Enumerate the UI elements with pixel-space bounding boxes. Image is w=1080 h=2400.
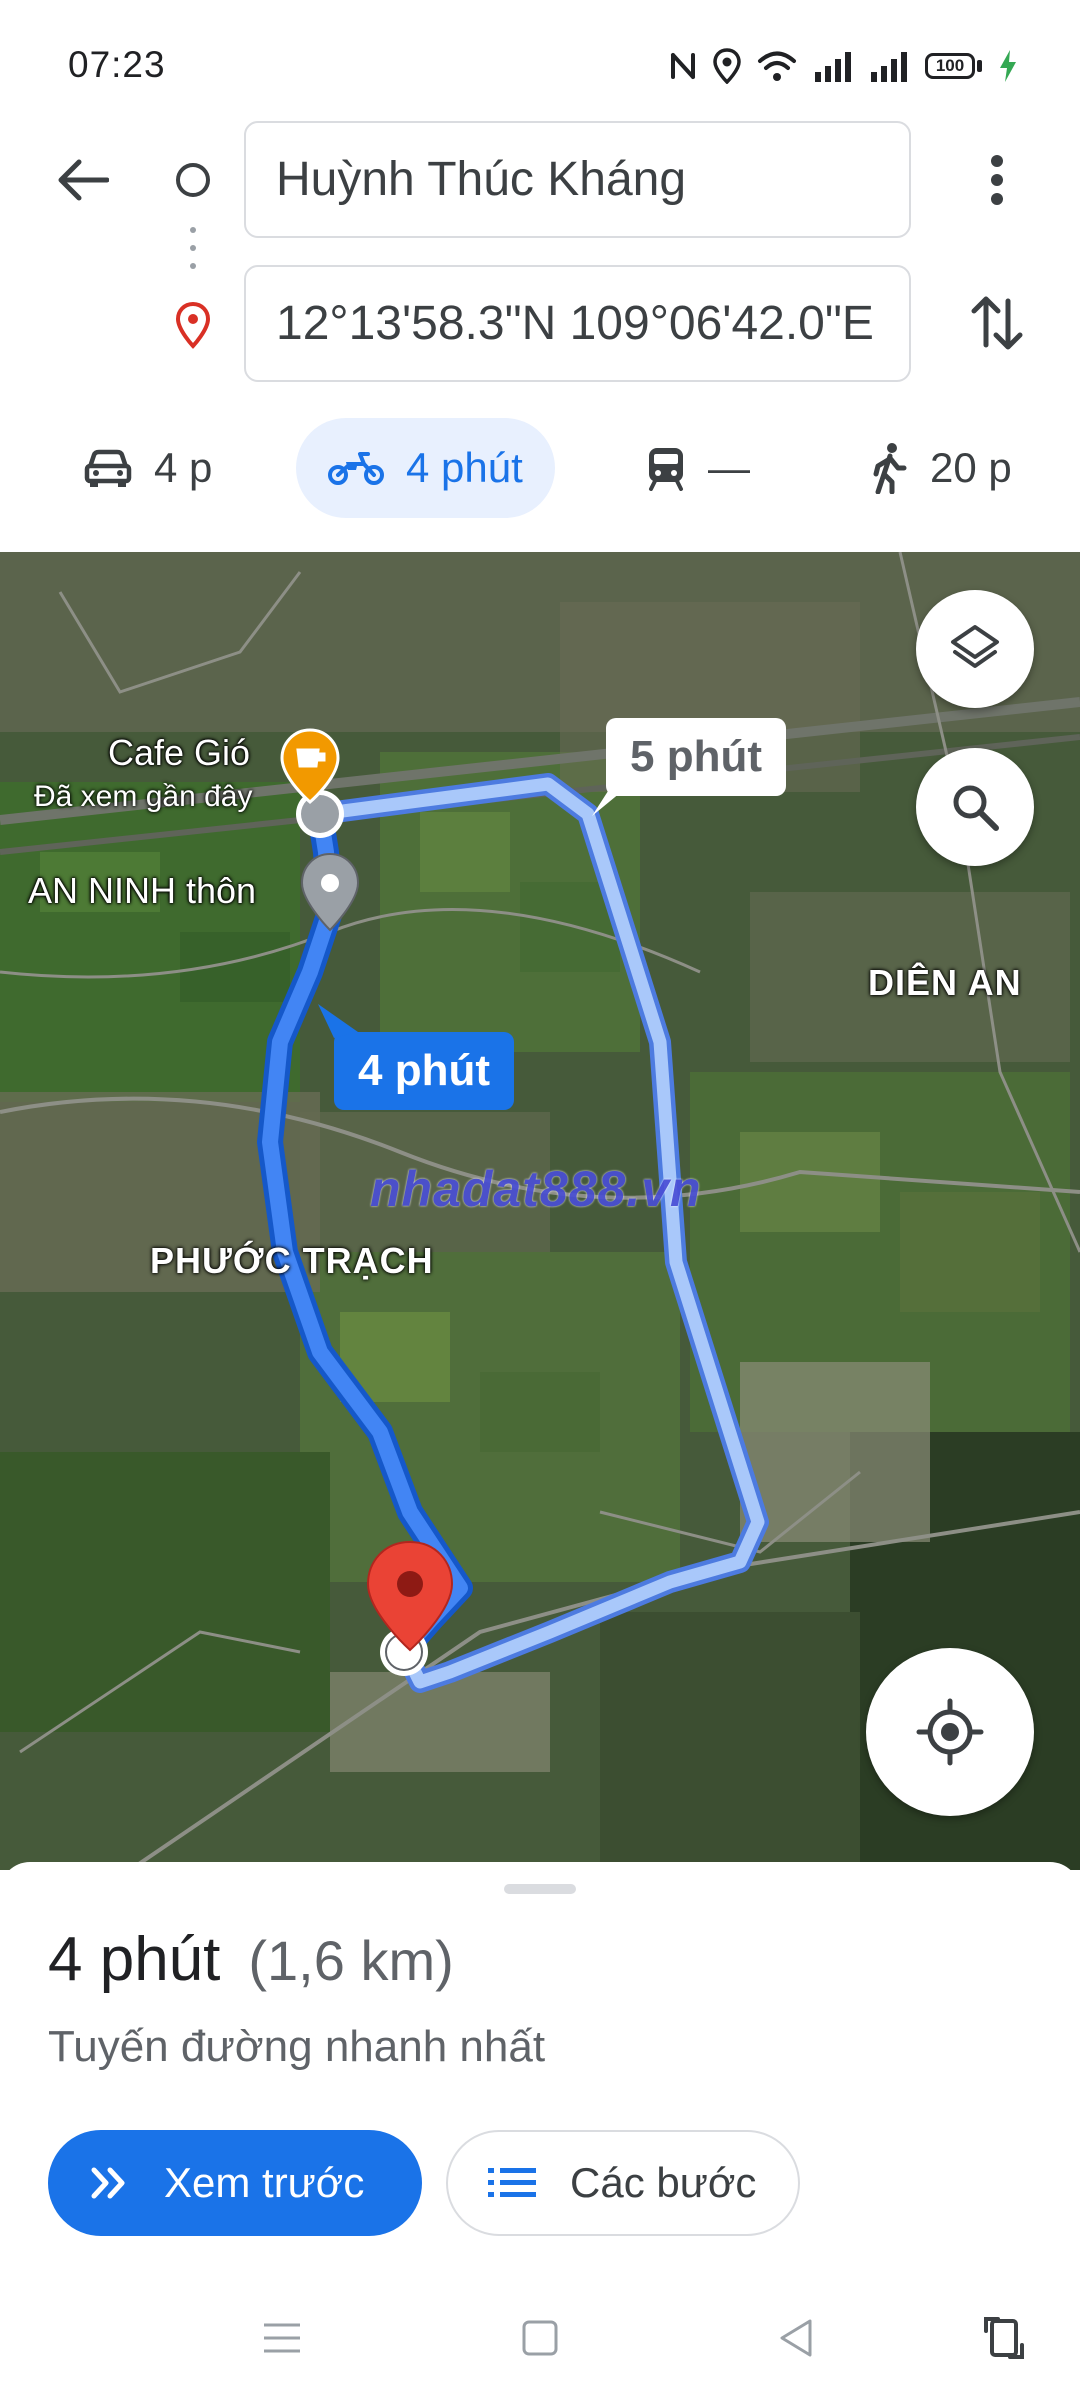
watermark: nhadat888.vn bbox=[370, 1161, 702, 1217]
bubble-tail-main bbox=[318, 1004, 358, 1038]
place-sublabel-cafe: Đã xem gần đây bbox=[34, 780, 253, 813]
back-triangle-icon bbox=[780, 2319, 812, 2357]
destination-pin-icon bbox=[175, 301, 211, 349]
back-button[interactable] bbox=[48, 145, 118, 215]
transit-icon bbox=[649, 448, 683, 491]
mode-tab-transit[interactable]: — bbox=[646, 418, 750, 518]
route-duration: 4 phút bbox=[48, 1925, 221, 1994]
mode-label-motorbike: 4 phút bbox=[406, 444, 523, 491]
steps-button[interactable]: Các bước bbox=[446, 2130, 800, 2236]
route-note: Tuyến đường nhanh nhất bbox=[48, 2022, 546, 2071]
sheet-drag-handle[interactable] bbox=[504, 1884, 576, 1894]
home-nav-button[interactable] bbox=[510, 2308, 570, 2368]
menu-icon bbox=[264, 2323, 300, 2353]
steps-button-label: Các bước bbox=[570, 2159, 757, 2206]
home-square-icon bbox=[522, 2320, 558, 2356]
route-indicator bbox=[168, 155, 218, 355]
route-summary: 4 phút (1,6 km) bbox=[48, 1924, 454, 1995]
charging-icon bbox=[998, 49, 1018, 83]
my-location-button[interactable] bbox=[866, 1648, 1034, 1816]
more-vert-icon bbox=[991, 155, 1003, 205]
swap-button[interactable] bbox=[962, 288, 1032, 358]
signal-icon bbox=[813, 50, 853, 82]
mode-tab-motorbike[interactable]: 4 phút bbox=[296, 418, 555, 518]
map-view[interactable]: Cafe Gió Đã xem gần đây AN NINH thôn DIÊ… bbox=[0, 552, 1080, 1870]
origin-field[interactable]: Huỳnh Thúc Kháng bbox=[244, 121, 911, 238]
status-time: 07:23 bbox=[68, 44, 166, 85]
mode-label-transit: — bbox=[708, 444, 750, 491]
bubble-tail-alt bbox=[592, 788, 626, 816]
mode-label-car: 4 p bbox=[154, 444, 213, 491]
menu-nav-button[interactable] bbox=[252, 2308, 312, 2368]
destination-field[interactable]: 12°13'58.3"N 109°06'42.0"E bbox=[244, 265, 911, 382]
preview-button[interactable]: Xem trước bbox=[48, 2130, 422, 2236]
place-label-cafe[interactable]: Cafe Gió bbox=[108, 732, 250, 774]
destination-pin-icon[interactable] bbox=[370, 1542, 450, 1652]
location-icon bbox=[713, 48, 741, 84]
walk-icon bbox=[873, 443, 907, 494]
mode-tab-walk[interactable]: 20 p bbox=[868, 418, 1012, 518]
nfc-icon bbox=[669, 49, 697, 83]
my-location-icon bbox=[916, 1698, 984, 1766]
poi-label-an-ninh[interactable]: AN NINH thôn bbox=[28, 870, 256, 912]
signal-icon bbox=[869, 50, 909, 82]
more-options-button[interactable] bbox=[962, 145, 1032, 215]
route-time-bubble-alt[interactable]: 5 phút bbox=[606, 718, 786, 796]
travel-mode-tabs: 4 p 4 phút — 20 p bbox=[0, 418, 1080, 518]
swap-vert-icon bbox=[971, 296, 1023, 350]
layers-icon bbox=[951, 625, 999, 668]
battery-level: 100 bbox=[925, 53, 975, 79]
double-chevron-right-icon bbox=[91, 2167, 125, 2199]
motorbike-icon bbox=[328, 452, 384, 485]
wifi-icon bbox=[757, 49, 797, 83]
back-nav-button[interactable] bbox=[766, 2308, 826, 2368]
area-label-phuoc-trach: PHƯỚC TRẠCH bbox=[150, 1240, 434, 1281]
mode-label-walk: 20 p bbox=[930, 444, 1012, 491]
list-icon bbox=[488, 2168, 536, 2197]
layers-button[interactable] bbox=[916, 590, 1034, 708]
battery-icon: 100 bbox=[925, 53, 982, 79]
car-icon bbox=[84, 449, 132, 487]
system-navigation-bar bbox=[0, 2280, 1080, 2390]
status-icons: 100 bbox=[669, 46, 1018, 86]
rotate-nav-button[interactable] bbox=[974, 2308, 1034, 2368]
rotate-screen-icon bbox=[984, 2317, 1024, 2359]
mode-tab-car[interactable]: 4 p bbox=[84, 418, 212, 518]
preview-button-label: Xem trước bbox=[164, 2159, 365, 2206]
arrow-back-icon bbox=[58, 159, 109, 201]
area-label-dien-an: DIÊN AN bbox=[868, 962, 1022, 1003]
search-icon bbox=[953, 785, 999, 831]
route-distance: (1,6 km) bbox=[248, 1929, 454, 1992]
status-bar: 07:23 100 bbox=[0, 0, 1080, 110]
route-time-bubble-main[interactable]: 4 phút bbox=[334, 1032, 514, 1110]
origin-circle-icon bbox=[176, 163, 210, 197]
search-along-route-button[interactable] bbox=[916, 748, 1034, 866]
